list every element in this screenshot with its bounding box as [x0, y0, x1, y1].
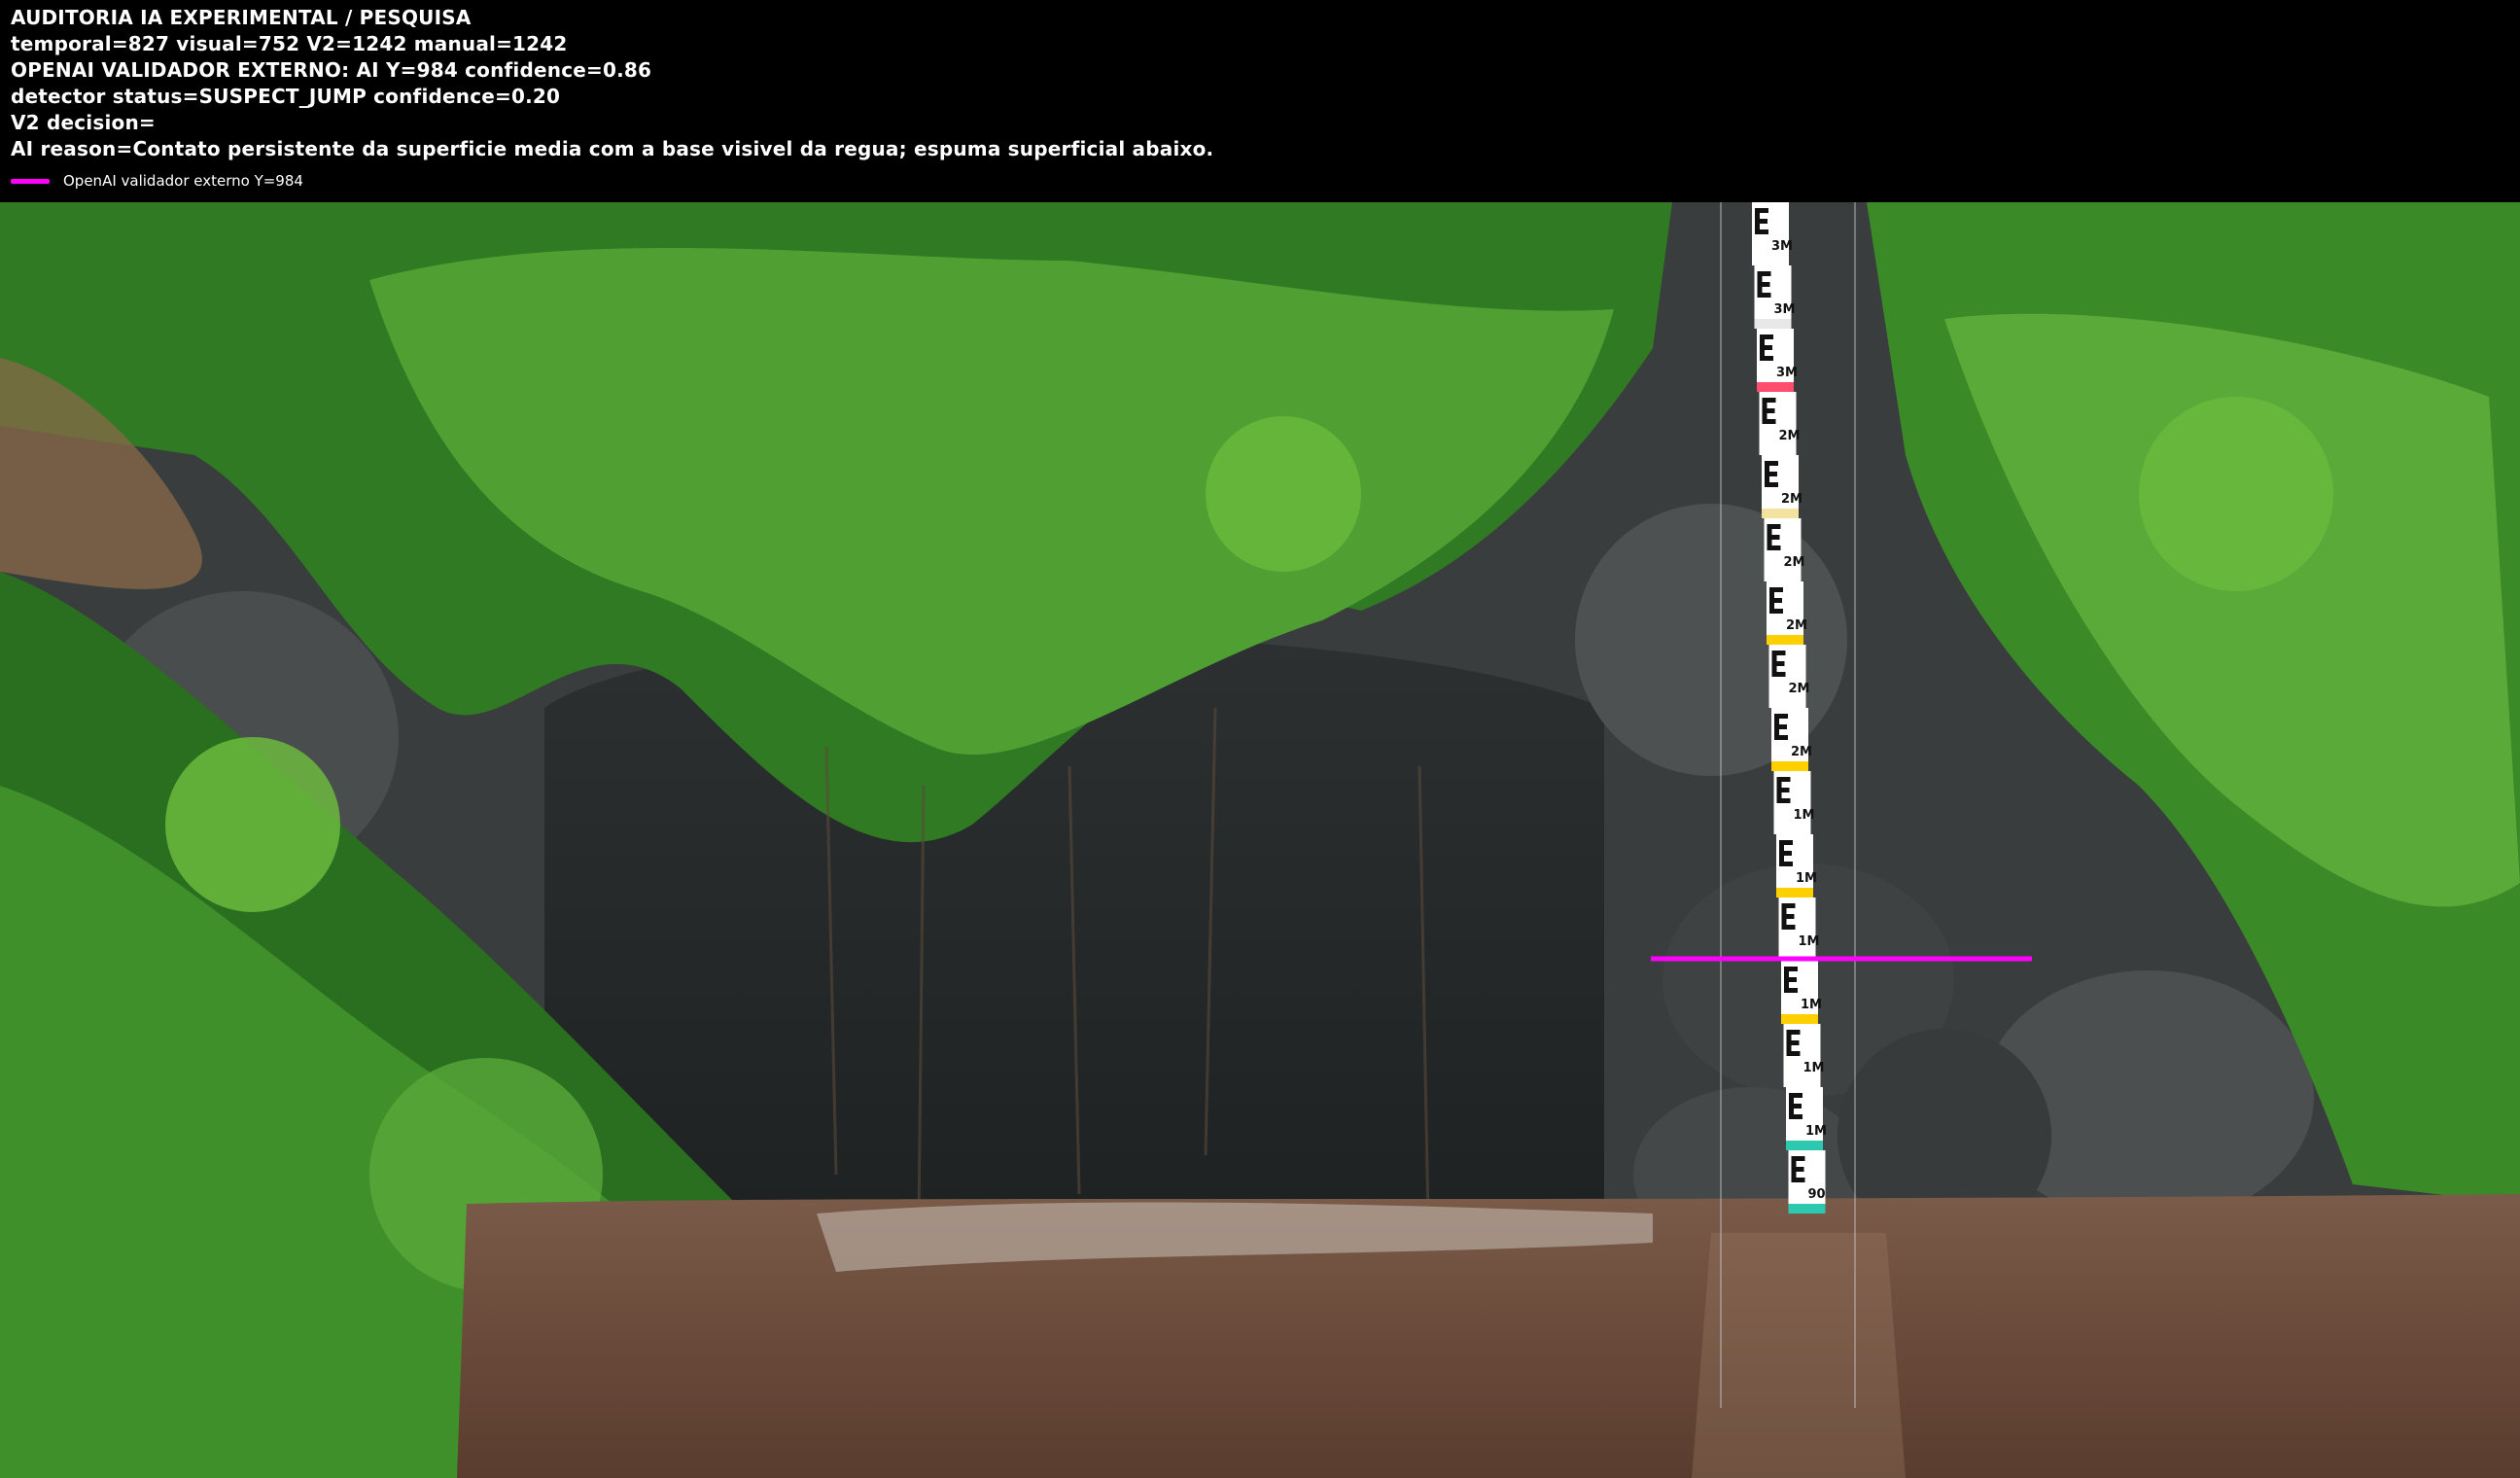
- gauge-tick-label: 3M: [1776, 366, 1798, 380]
- legend-label: OpenAI validador externo Y=984: [63, 172, 303, 190]
- gauge-color-strip: [1768, 698, 1806, 708]
- gauge-tick-label: 1M: [1796, 871, 1817, 886]
- gauge-color-strip: [1781, 1014, 1818, 1024]
- river-scene: 3M 3M 3M 2M 2M 2M 2M 2M 2M 1M 1M 1M 1M 1M 1M 90: [0, 202, 2520, 1478]
- validator-line: OPENAI VALIDADOR EXTERNO: AI Y=984 confi…: [11, 58, 652, 82]
- gauge-e-mark: [1771, 651, 1786, 677]
- gauge-tick-label: 1M: [1801, 998, 1822, 1012]
- gauge-e-mark: [1765, 461, 1778, 487]
- gauge-tick-label: 2M: [1786, 618, 1807, 633]
- gauge-e-mark: [1791, 1156, 1805, 1182]
- legend-swatch: [11, 178, 50, 184]
- audit-header: AUDITORIA IA EXPERIMENTAL / PESQUISA tem…: [0, 0, 2520, 202]
- gauge-e-mark: [1769, 587, 1783, 614]
- gauge-color-strip: [1752, 256, 1789, 265]
- gauge-e-mark: [1789, 1093, 1802, 1119]
- legend: OpenAI validador externo Y=984: [11, 171, 303, 191]
- gauge-tick-label: 3M: [1774, 302, 1796, 317]
- gauge-e-mark: [1755, 208, 1768, 234]
- gauge-tick-label: 1M: [1803, 1061, 1825, 1075]
- gauge-e-mark: [1784, 967, 1798, 993]
- gauge-e-mark: [1760, 334, 1773, 361]
- gauge-e-mark: [1762, 398, 1776, 424]
- gauge-e-mark: [1774, 714, 1788, 740]
- gauge-color-strip: [1771, 761, 1808, 771]
- gauge-e-mark: [1779, 840, 1793, 866]
- gauge-color-strip: [1759, 445, 1797, 455]
- gauge-tick-label: 2M: [1784, 555, 1805, 570]
- gauge-color-strip: [1788, 1204, 1826, 1214]
- gauge-reflection: [1692, 1233, 1906, 1478]
- gauge-color-strip: [1757, 382, 1794, 392]
- ai-reason-line: AI reason=Contato persistente da superfi…: [11, 137, 1214, 160]
- gauge-e-mark: [1786, 1030, 1801, 1056]
- gauge-tick-label: 2M: [1789, 682, 1810, 696]
- detector-status-line: detector status=SUSPECT_JUMP confidence=…: [11, 85, 561, 108]
- gauge-color-strip: [1786, 1141, 1823, 1150]
- gauge-e-mark: [1776, 777, 1791, 803]
- readings-line: temporal=827 visual=752 V2=1242 manual=1…: [11, 32, 568, 55]
- camera-frame: 3M 3M 3M 2M 2M 2M 2M 2M 2M 1M 1M 1M 1M 1M 1M 90: [0, 202, 2520, 1478]
- gauge-color-strip: [1762, 509, 1799, 518]
- gauge-color-strip: [1767, 635, 1803, 645]
- gauge-tick-label: 90: [1808, 1187, 1826, 1202]
- audit-title: AUDITORIA IA EXPERIMENTAL / PESQUISA: [11, 6, 472, 29]
- gauge-e-mark: [1767, 524, 1781, 550]
- v2-decision-line: V2 decision=: [11, 111, 156, 134]
- gauge-tick-label: 2M: [1779, 429, 1801, 443]
- gauge-color-strip: [1773, 825, 1811, 834]
- gauge-tick-label: 3M: [1771, 239, 1793, 254]
- gauge-color-strip: [1783, 1077, 1821, 1087]
- gauge-tick-label: 2M: [1781, 492, 1802, 507]
- gauge-color-strip: [1776, 888, 1813, 897]
- gauge-e-mark: [1757, 271, 1771, 298]
- gauge-color-strip: [1764, 572, 1802, 581]
- gauge-tick-label: 1M: [1799, 934, 1820, 949]
- gauge-tick-label: 1M: [1805, 1124, 1827, 1139]
- gauge-tick-label: 1M: [1794, 808, 1815, 823]
- gauge-tick-label: 2M: [1791, 745, 1812, 759]
- gauge-e-mark: [1781, 903, 1796, 930]
- gauge-color-strip: [1754, 319, 1792, 329]
